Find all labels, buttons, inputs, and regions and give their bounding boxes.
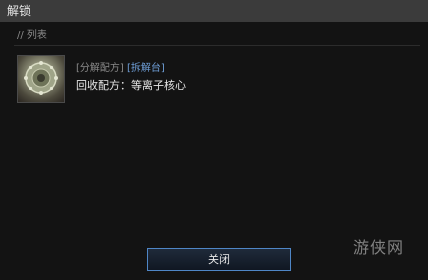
recipe-name: 回收配方：等离子核心 (76, 79, 186, 92)
plasma-core-icon (17, 55, 65, 103)
category-tag: [分解配方] (76, 63, 124, 74)
window-title: 解锁 (7, 4, 32, 18)
station-tag: [拆解台] (127, 63, 165, 74)
recipe-tags: [分解配方] [拆解台] (76, 63, 165, 75)
close-button[interactable]: 关闭 (147, 248, 291, 271)
watermark-logo: 游侠网 (353, 238, 405, 257)
section-divider (14, 45, 420, 46)
title-bar: 解锁 (0, 0, 428, 23)
section-label: // 列表 (17, 30, 47, 41)
